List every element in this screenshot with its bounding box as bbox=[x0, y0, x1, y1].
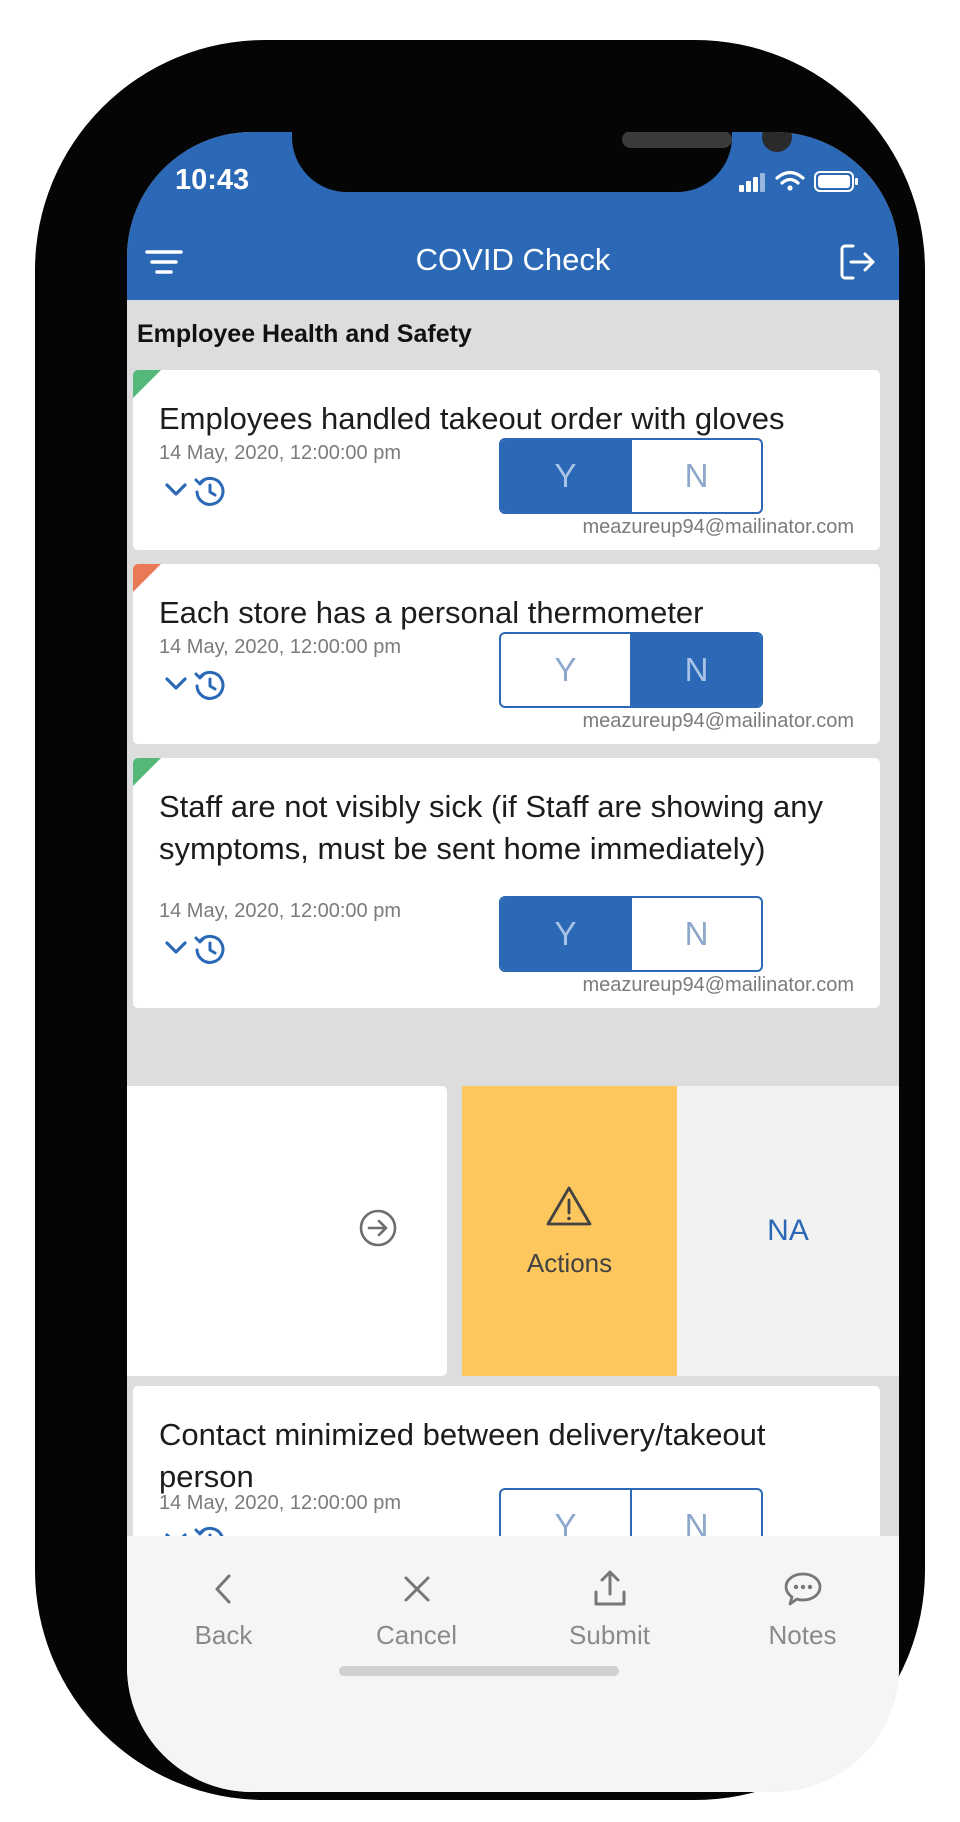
na-label: NA bbox=[767, 1214, 809, 1247]
home-indicator bbox=[339, 1666, 619, 1676]
cancel-label: Cancel bbox=[376, 1620, 457, 1650]
pass-flag bbox=[133, 758, 161, 786]
card-icons bbox=[165, 934, 225, 964]
phone-frame: 10:43 COVID Check Employee Health and Sa… bbox=[35, 40, 925, 1800]
no-option[interactable]: N bbox=[630, 634, 761, 706]
chevron-down-icon[interactable] bbox=[165, 483, 187, 496]
responder-email: meazureup94@mailinator.com bbox=[582, 516, 854, 538]
back-label: Back bbox=[194, 1620, 253, 1650]
history-icon[interactable] bbox=[194, 934, 225, 964]
fail-flag bbox=[133, 564, 161, 592]
chat-bubble-icon bbox=[784, 1572, 822, 1606]
logout-icon[interactable] bbox=[833, 238, 881, 286]
status-icons bbox=[739, 170, 858, 192]
question-date: 14 May, 2020, 12:00:00 pm bbox=[159, 1492, 402, 1514]
question-text: Employees handled takeout order with glo… bbox=[159, 401, 785, 436]
card-icons bbox=[165, 670, 225, 700]
chevron-left-icon bbox=[215, 1574, 231, 1604]
chevron-down-icon[interactable] bbox=[165, 677, 187, 690]
chevron-down-icon[interactable] bbox=[165, 941, 187, 954]
upload-icon bbox=[594, 1570, 626, 1606]
responder-email: meazureup94@mailinator.com bbox=[582, 974, 854, 996]
question-date: 14 May, 2020, 12:00:00 pm bbox=[159, 442, 402, 464]
card-icons bbox=[165, 476, 225, 506]
yes-no-toggle: Y N bbox=[499, 438, 763, 514]
app-header: 10:43 COVID Check bbox=[127, 132, 899, 300]
notes-button[interactable]: Notes bbox=[706, 1536, 899, 1676]
arrow-right-circle-icon[interactable] bbox=[358, 1208, 398, 1248]
back-button[interactable]: Back bbox=[127, 1536, 320, 1676]
app-screen: 10:43 COVID Check Employee Health and Sa… bbox=[127, 132, 899, 1792]
submit-label: Submit bbox=[569, 1620, 650, 1650]
device-notch bbox=[292, 132, 792, 192]
actions-button[interactable]: Actions bbox=[462, 1086, 677, 1376]
history-icon[interactable] bbox=[194, 670, 225, 700]
question-card: Employees handled takeout order with glo… bbox=[133, 370, 880, 550]
section-header: Employee Health and Safety bbox=[127, 300, 899, 370]
yes-option[interactable]: Y bbox=[501, 898, 630, 970]
question-card: Staff are not visibly sick (if Staff are… bbox=[133, 758, 880, 1008]
bottom-toolbar: Back Cancel Submit Notes bbox=[127, 1536, 899, 1792]
actions-label: Actions bbox=[526, 1248, 613, 1278]
question-card: Contact minimized between delivery/takeo… bbox=[133, 1386, 880, 1556]
swiped-card[interactable] bbox=[127, 1086, 447, 1376]
question-text: Staff are not visibly sick (if Staff are… bbox=[159, 789, 823, 866]
no-option[interactable]: N bbox=[630, 440, 761, 512]
question-card: Each store has a personal thermometer 14… bbox=[133, 564, 880, 744]
battery-icon bbox=[814, 171, 858, 192]
responder-email: meazureup94@mailinator.com bbox=[582, 710, 854, 732]
na-button[interactable]: NA bbox=[677, 1086, 899, 1376]
section-title: Employee Health and Safety bbox=[137, 320, 472, 348]
wifi-icon bbox=[775, 170, 805, 191]
notes-label: Notes bbox=[768, 1620, 837, 1650]
yes-no-toggle: Y N bbox=[499, 632, 763, 708]
cancel-button[interactable]: Cancel bbox=[320, 1536, 513, 1676]
yes-no-toggle: Y N bbox=[499, 896, 763, 972]
question-date: 14 May, 2020, 12:00:00 pm bbox=[159, 636, 402, 658]
no-option[interactable]: N bbox=[630, 898, 761, 970]
signal-icon bbox=[739, 173, 765, 192]
page-title: COVID Check bbox=[415, 242, 611, 277]
status-time: 10:43 bbox=[175, 164, 250, 196]
question-text: Contact minimized between delivery/takeo… bbox=[159, 1417, 766, 1494]
speaker-grille bbox=[622, 132, 732, 148]
yes-option[interactable]: Y bbox=[501, 634, 630, 706]
close-icon bbox=[404, 1576, 430, 1602]
yes-option[interactable]: Y bbox=[501, 440, 630, 512]
front-camera bbox=[762, 132, 792, 152]
pass-flag bbox=[133, 370, 161, 398]
history-icon[interactable] bbox=[194, 476, 225, 506]
warning-icon bbox=[546, 1186, 592, 1226]
question-text: Each store has a personal thermometer bbox=[159, 595, 704, 630]
question-date: 14 May, 2020, 12:00:00 pm bbox=[159, 900, 402, 922]
submit-button[interactable]: Submit bbox=[513, 1536, 706, 1676]
